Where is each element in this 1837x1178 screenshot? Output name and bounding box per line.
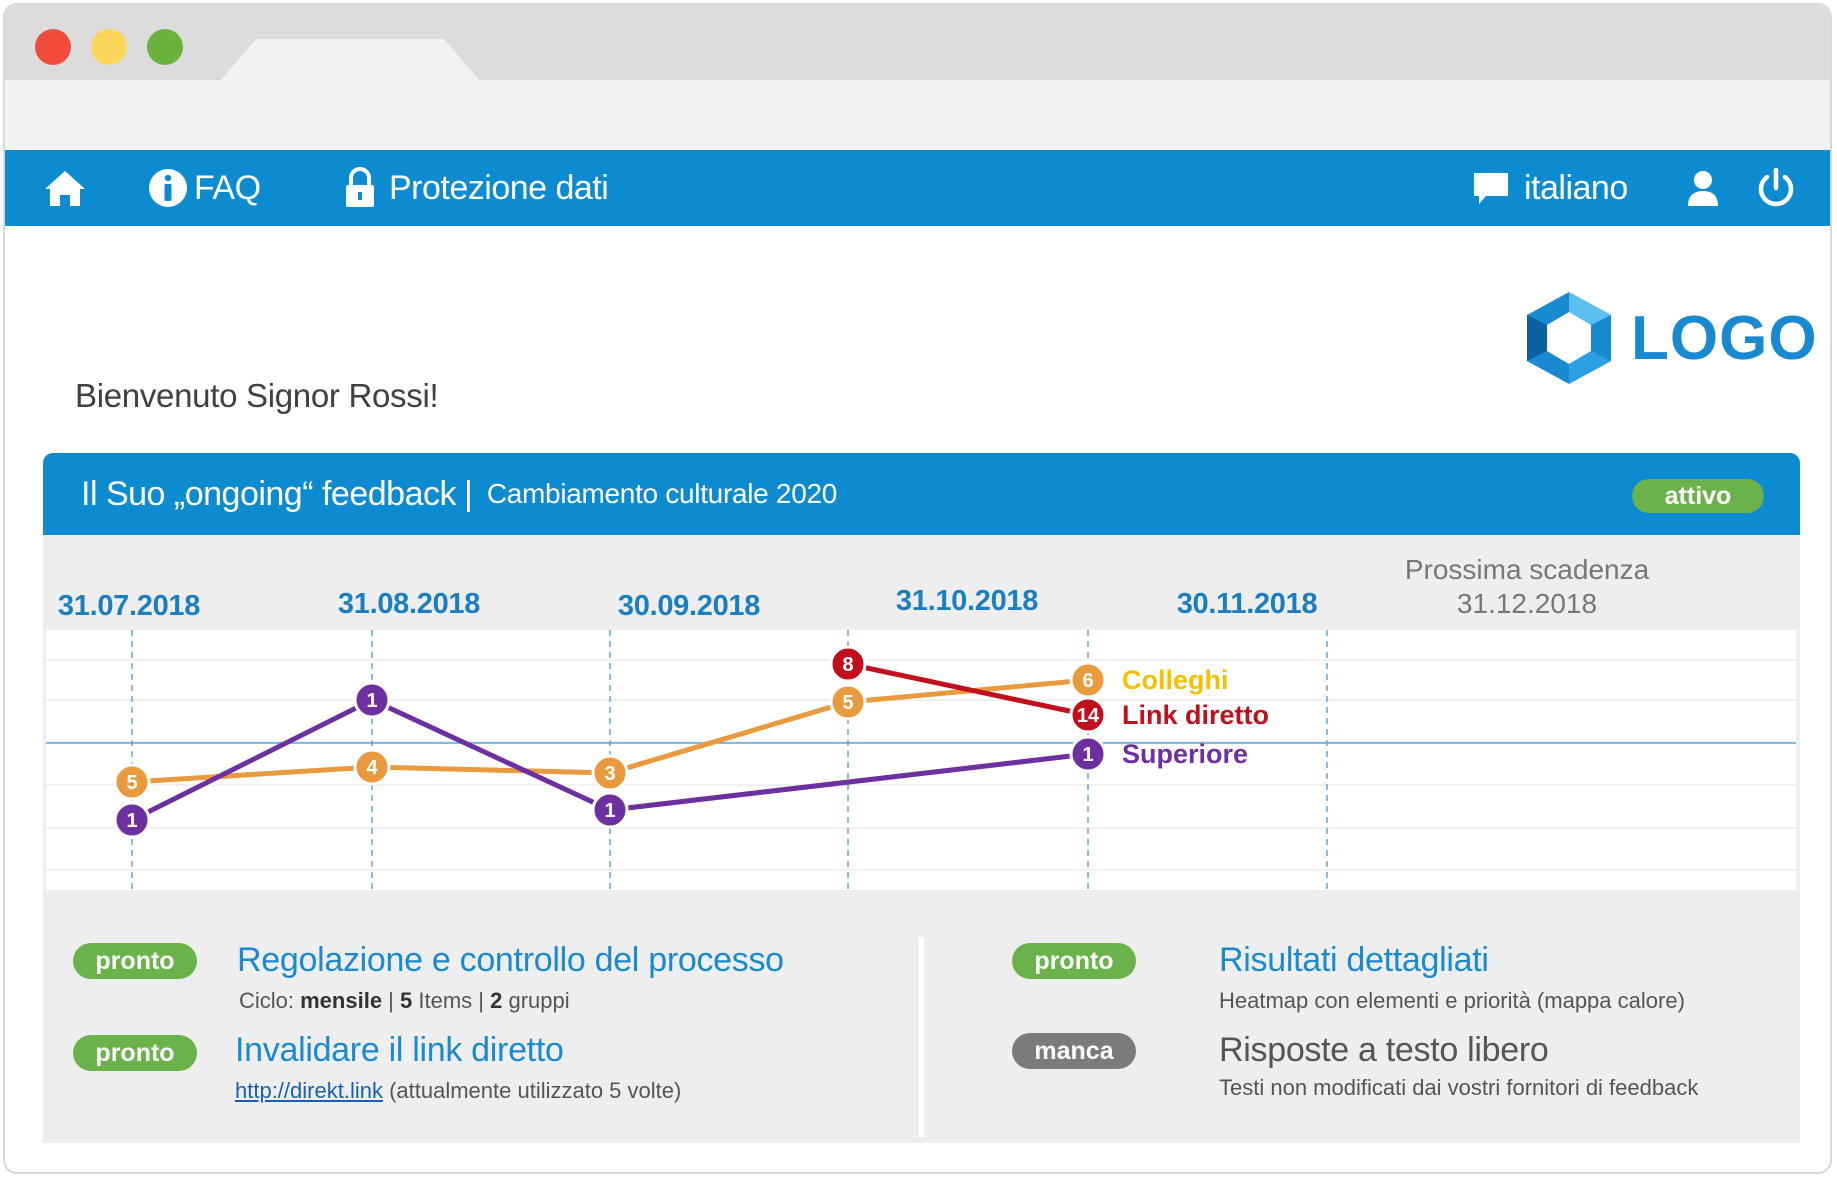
hexagon-logo-icon xyxy=(1527,292,1611,384)
browser-tab[interactable] xyxy=(220,39,480,81)
legend-label-link-diretto: Link diretto xyxy=(1122,700,1269,730)
browser-titlebar xyxy=(5,5,1830,151)
link-usage-note: (attualmente utilizzato 5 volte) xyxy=(382,1078,682,1103)
user-icon xyxy=(1688,171,1718,206)
status-badge-missing: manca xyxy=(1012,1033,1136,1069)
cycle-separator: | xyxy=(382,988,401,1013)
faq-link[interactable]: FAQ xyxy=(148,150,261,226)
browser-window: FAQ Protezione dati italiano Bienvenuto … xyxy=(3,3,1832,1174)
logout-button[interactable] xyxy=(1756,150,1796,226)
panel-header: Il Suo „ongoing“ feedback | Cambiamento … xyxy=(43,453,1800,535)
timeline-date-1: 31.07.2018 xyxy=(57,590,201,622)
feedback-chart: 5 4 3 5 6 8 14 1 1 1 1 Colleghi Link diretto Superior… xyxy=(46,630,1796,890)
items-count: 5 xyxy=(400,988,413,1013)
feedback-panel: Il Suo „ongoing“ feedback | Cambiamento … xyxy=(43,453,1800,1143)
data-label-superiore: 1 xyxy=(604,800,615,822)
data-label-colleghi: 5 xyxy=(126,772,137,794)
power-icon xyxy=(1758,167,1794,207)
chart-svg: 5 4 3 5 6 8 14 1 1 1 1 Colleghi Link diretto Superior… xyxy=(46,630,1796,890)
groups-count: 2 xyxy=(490,988,503,1013)
faq-label: FAQ xyxy=(194,168,261,207)
groups-label: gruppi xyxy=(502,988,570,1013)
close-window-button[interactable] xyxy=(35,29,71,65)
data-label-superiore: 1 xyxy=(126,810,137,832)
lock-icon xyxy=(346,167,374,207)
timeline-date-3: 30.09.2018 xyxy=(617,590,761,622)
info-icon xyxy=(149,169,187,207)
legend-label-superiore: Superiore xyxy=(1122,739,1248,769)
logo-text: LOGO xyxy=(1631,303,1818,373)
data-label-colleghi: 5 xyxy=(842,692,853,714)
timeline-date-5: 30.11.2018 xyxy=(1176,588,1318,620)
task-invalidate-link-details: http://direkt.link (attualmente utilizza… xyxy=(235,1078,681,1104)
panel-title: Il Suo „ongoing“ feedback xyxy=(81,474,456,513)
privacy-label: Protezione dati xyxy=(389,168,609,207)
language-selector[interactable]: italiano xyxy=(1472,150,1628,226)
task-process-control-details: Ciclo: mensile | 5 Items | 2 gruppi xyxy=(239,988,570,1014)
data-label-link-diretto: 14 xyxy=(1077,705,1100,727)
status-badge-ready: pronto xyxy=(1012,943,1136,979)
top-navigation-bar: FAQ Protezione dati italiano xyxy=(5,150,1830,226)
items-label: Items | xyxy=(412,988,491,1013)
home-icon xyxy=(45,171,85,206)
timeline-date-2: 31.08.2018 xyxy=(337,588,481,620)
speech-bubble-icon xyxy=(1474,173,1508,204)
task-process-control-link[interactable]: Regolazione e controllo del processo xyxy=(237,941,784,980)
task-invalidate-link[interactable]: Invalidare il link diretto xyxy=(235,1031,564,1070)
data-label-colleghi: 6 xyxy=(1082,670,1093,692)
language-label: italiano xyxy=(1524,168,1628,207)
data-label-superiore: 1 xyxy=(1082,744,1093,766)
task-detailed-results-description: Heatmap con elementi e priorità (mappa c… xyxy=(1219,988,1685,1013)
data-label-colleghi: 4 xyxy=(366,757,378,779)
home-button[interactable] xyxy=(43,150,87,226)
panel-title-separator: | xyxy=(463,474,473,513)
direct-link[interactable]: http://direkt.link xyxy=(235,1078,383,1103)
legend-label-colleghi: Colleghi xyxy=(1122,665,1229,695)
task-free-text-answers[interactable]: Risposte a testo libero xyxy=(1219,1031,1549,1070)
next-deadline-title: Prossima scadenza xyxy=(1404,554,1650,585)
next-deadline: Prossima scadenza 31.12.2018 xyxy=(1405,553,1649,621)
status-badge-ready: pronto xyxy=(73,1035,197,1071)
data-label-colleghi: 3 xyxy=(604,763,615,785)
company-logo: LOGO xyxy=(1521,288,1818,388)
status-badge-active: attivo xyxy=(1632,479,1764,513)
maximize-window-button[interactable] xyxy=(147,29,183,65)
privacy-link[interactable]: Protezione dati xyxy=(343,150,609,226)
data-label-superiore: 1 xyxy=(366,690,377,712)
cycle-value: mensile xyxy=(300,988,383,1013)
series-line-link-diretto xyxy=(847,661,1089,718)
minimize-window-button[interactable] xyxy=(91,29,127,65)
cycle-prefix: Ciclo: xyxy=(239,988,301,1013)
user-account-button[interactable] xyxy=(1686,150,1720,226)
next-deadline-date: 31.12.2018 xyxy=(1456,588,1598,619)
tasks-divider xyxy=(919,937,924,1137)
timeline-date-4: 31.10.2018 xyxy=(895,585,1039,617)
welcome-message: Bienvenuto Signor Rossi! xyxy=(75,377,439,414)
task-detailed-results-link[interactable]: Risultati dettagliati xyxy=(1219,941,1489,980)
data-label-link-diretto: 8 xyxy=(842,654,853,676)
task-free-text-description: Testi non modificati dai vostri fornitor… xyxy=(1219,1075,1699,1100)
panel-subtitle: Cambiamento culturale 2020 xyxy=(486,478,838,509)
status-badge-ready: pronto xyxy=(73,943,197,979)
